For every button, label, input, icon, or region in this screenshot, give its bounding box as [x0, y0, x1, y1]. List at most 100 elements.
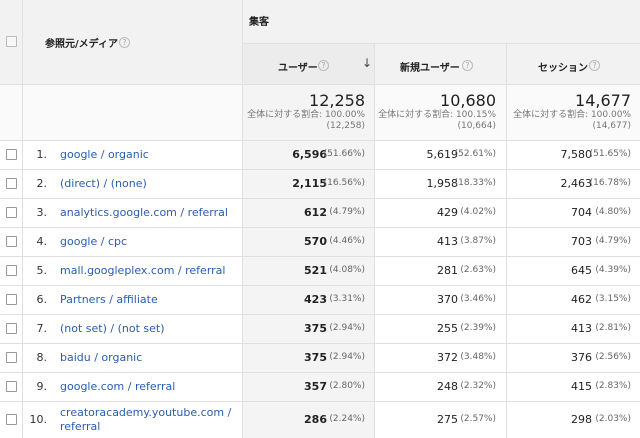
new-users-value: 372: [437, 350, 458, 364]
row-checkbox[interactable]: [6, 293, 17, 305]
users-value: 357: [304, 379, 327, 393]
users-percent: (4.46%): [329, 235, 365, 246]
source-medium-link-continued[interactable]: referral: [60, 420, 100, 433]
sessions-percent: (4.39%): [595, 264, 631, 275]
sessions-column-header[interactable]: セッション: [538, 59, 588, 74]
new-users-value: 413: [437, 234, 458, 248]
source-medium-link[interactable]: creatoracademy.youtube.com /: [60, 406, 231, 419]
sessions-value: 7,580: [560, 147, 593, 161]
sessions-total: 14,677: [575, 91, 631, 110]
source-medium-help-icon[interactable]: ?: [119, 37, 130, 48]
new-users-value: 5,619: [426, 147, 459, 161]
users-percent: (3.31%): [329, 293, 365, 304]
users-value: 2,115: [292, 176, 327, 190]
source-medium-link[interactable]: mall.googleplex.com / referral: [60, 264, 225, 277]
sessions-percent: (51.65%): [589, 148, 631, 159]
source-medium-link[interactable]: google / cpc: [60, 235, 127, 248]
new-users-percent: (2.39%): [460, 322, 496, 333]
new-users-percent: (2.63%): [460, 264, 496, 275]
users-value: 423: [304, 292, 327, 306]
new-users-help-icon[interactable]: ?: [462, 60, 473, 71]
sessions-value: 415: [571, 379, 592, 393]
users-value: 612: [304, 205, 327, 219]
new-users-percent: (2.57%): [460, 413, 496, 424]
new-users-percent: (2.32%): [460, 380, 496, 391]
users-help-icon[interactable]: ?: [318, 60, 329, 71]
users-percent: (4.08%): [329, 264, 365, 275]
users-total-share: 全体に対する割合: 100.00%: [247, 110, 365, 120]
sessions-percent: (2.83%): [595, 380, 631, 391]
users-percent: (16.56%): [323, 177, 365, 188]
new-users-value: 370: [437, 292, 458, 306]
row-divider: [0, 343, 640, 344]
grid-line: [0, 84, 640, 85]
users-percent: (2.94%): [329, 351, 365, 362]
new-users-value: 281: [437, 263, 458, 277]
row-divider: [0, 372, 640, 373]
row-index: 8.: [36, 350, 48, 364]
row-index: 5.: [36, 263, 48, 277]
sessions-value: 645: [571, 263, 592, 277]
row-divider: [0, 227, 640, 228]
new-users-value: 255: [437, 321, 458, 335]
users-percent: (51.66%): [323, 148, 365, 159]
row-index: 10.: [29, 412, 48, 426]
row-checkbox[interactable]: [6, 177, 17, 189]
sessions-total-base: (14,677): [592, 121, 631, 131]
row-divider: [0, 314, 640, 315]
row-index: 2.: [36, 176, 48, 190]
source-medium-link[interactable]: analytics.google.com / referral: [60, 206, 228, 219]
source-medium-link[interactable]: (not set) / (not set): [60, 322, 165, 335]
new-users-percent: (18.33%): [454, 177, 496, 188]
sessions-percent: (16.78%): [589, 177, 631, 188]
users-percent: (2.94%): [329, 322, 365, 333]
row-checkbox[interactable]: [6, 148, 17, 160]
sessions-percent: (2.81%): [595, 322, 631, 333]
sessions-help-icon[interactable]: ?: [589, 60, 600, 71]
row-index: 6.: [36, 292, 48, 306]
row-index: 7.: [36, 321, 48, 335]
new-users-column-header[interactable]: 新規ユーザー: [400, 59, 460, 74]
users-percent: (4.79%): [329, 206, 365, 217]
sessions-value: 413: [571, 321, 592, 335]
sort-descending-icon[interactable]: ↓: [362, 56, 372, 70]
row-checkbox[interactable]: [6, 380, 17, 392]
users-value: 375: [304, 321, 327, 335]
row-checkbox[interactable]: [6, 206, 17, 218]
sessions-percent: (3.15%): [595, 293, 631, 304]
row-divider: [0, 256, 640, 257]
source-medium-link[interactable]: baidu / organic: [60, 351, 142, 364]
grid-line: [0, 140, 640, 141]
acquisition-group-header: 集客: [249, 17, 269, 28]
users-value: 6,596: [292, 147, 327, 161]
sessions-percent: (2.56%): [595, 351, 631, 362]
source-medium-link[interactable]: google.com / referral: [60, 380, 175, 393]
sessions-value: 703: [571, 234, 592, 248]
row-checkbox[interactable]: [6, 413, 17, 425]
row-divider: [0, 285, 640, 286]
row-checkbox[interactable]: [6, 351, 17, 363]
row-checkbox[interactable]: [6, 322, 17, 334]
source-medium-link[interactable]: Partners / affiliate: [60, 293, 158, 306]
source-medium-link[interactable]: google / organic: [60, 148, 149, 161]
grid-line: [506, 43, 507, 438]
users-total: 12,258: [309, 91, 365, 110]
select-all-checkbox[interactable]: [6, 36, 17, 47]
sessions-value: 298: [571, 412, 592, 426]
row-checkbox[interactable]: [6, 264, 17, 276]
users-percent: (2.80%): [329, 380, 365, 391]
row-index: 4.: [36, 234, 48, 248]
source-medium-link[interactable]: (direct) / (none): [60, 177, 147, 190]
row-checkbox[interactable]: [6, 235, 17, 247]
sessions-value: 2,463: [560, 176, 593, 190]
new-users-total: 10,680: [440, 91, 496, 110]
source-medium-header[interactable]: 参照元/メディア: [45, 35, 118, 50]
new-users-percent: (3.46%): [460, 293, 496, 304]
sessions-percent: (4.79%): [595, 235, 631, 246]
users-value: 521: [304, 263, 327, 277]
users-percent: (2.24%): [329, 413, 365, 424]
users-column-header[interactable]: ユーザー: [278, 59, 318, 74]
users-value: 375: [304, 350, 327, 364]
sessions-total-share: 全体に対する割合: 100.00%: [513, 110, 631, 120]
grid-line: [374, 43, 375, 438]
